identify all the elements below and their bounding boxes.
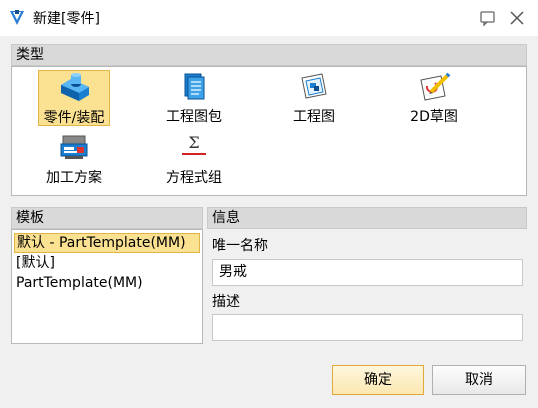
- type-panel: 零件/装配 工程图包 工程图 2D草图 加工方案 Σ 方程式组: [11, 66, 527, 196]
- template-header-label: 模板: [16, 210, 44, 226]
- info-section-header: 信息: [207, 207, 527, 229]
- help-icon[interactable]: [478, 8, 498, 28]
- ok-button-label: 确定: [364, 372, 392, 388]
- type-item-label: 加工方案: [46, 170, 102, 186]
- type-item-2d-sketch[interactable]: 2D草图: [401, 70, 467, 126]
- cancel-button[interactable]: 取消: [432, 365, 526, 395]
- type-item-label: 工程图: [293, 109, 335, 125]
- template-list-item[interactable]: 默认 - PartTemplate(MM): [14, 233, 200, 253]
- type-item-part-assembly[interactable]: 零件/装配: [38, 70, 110, 126]
- type-item-drawing-package[interactable]: 工程图包: [156, 70, 232, 126]
- template-item-label: PartTemplate(MM): [16, 275, 143, 291]
- title-bar: 新建[零件]: [0, 0, 538, 36]
- type-item-label: 2D草图: [410, 109, 458, 125]
- unique-name-value: 男戒: [219, 264, 247, 280]
- part-assembly-icon: [61, 73, 89, 101]
- template-list-item[interactable]: PartTemplate(MM): [14, 273, 202, 293]
- machining-plan-icon: [60, 135, 88, 159]
- type-item-equation-set[interactable]: Σ 方程式组: [156, 130, 232, 188]
- drawing-icon: [301, 73, 327, 99]
- unique-name-label: 唯一名称: [212, 238, 268, 254]
- description-field[interactable]: [212, 314, 523, 341]
- window-title: 新建[零件]: [33, 11, 100, 27]
- type-item-machining-plan[interactable]: 加工方案: [38, 130, 110, 188]
- zw3d-app-icon: [10, 10, 24, 25]
- type-header-label: 类型: [16, 47, 44, 63]
- template-item-label: 默认 - PartTemplate(MM): [17, 235, 186, 251]
- description-label: 描述: [212, 294, 240, 310]
- type-item-label: 零件/装配: [43, 110, 105, 126]
- type-item-label: 方程式组: [166, 170, 222, 186]
- cancel-button-label: 取消: [465, 372, 493, 388]
- svg-text:Σ: Σ: [188, 134, 199, 152]
- equation-set-icon: Σ: [182, 134, 206, 155]
- sketch-2d-icon: [420, 72, 451, 101]
- type-section-header: 类型: [11, 44, 527, 66]
- drawing-package-icon: [184, 73, 205, 100]
- template-list[interactable]: 默认 - PartTemplate(MM) [默认] PartTemplate(…: [11, 229, 203, 344]
- ok-button[interactable]: 确定: [332, 365, 424, 395]
- type-item-drawing[interactable]: 工程图: [282, 70, 346, 126]
- template-item-label: [默认]: [16, 255, 55, 271]
- template-list-item[interactable]: [默认]: [14, 253, 202, 273]
- template-section-header: 模板: [11, 207, 203, 229]
- type-item-label: 工程图包: [166, 109, 222, 125]
- close-icon[interactable]: [507, 8, 527, 28]
- unique-name-field[interactable]: 男戒: [212, 259, 523, 286]
- info-header-label: 信息: [212, 210, 240, 226]
